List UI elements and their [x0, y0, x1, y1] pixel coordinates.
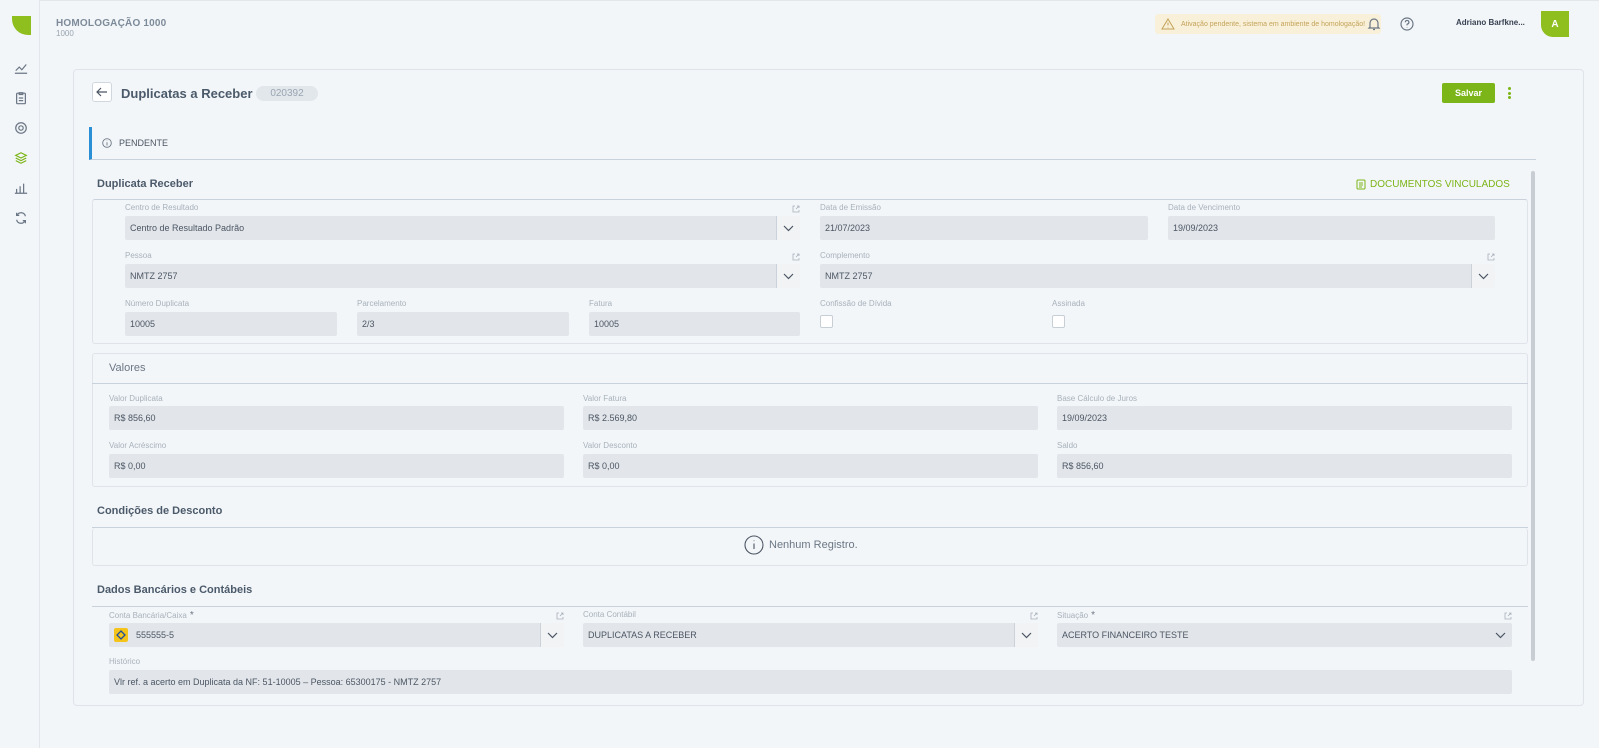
section-title-bancarios: Dados Bancários e Contábeis [97, 584, 253, 596]
layers-icon[interactable] [13, 150, 29, 166]
bell-icon[interactable] [1365, 15, 1383, 33]
environment-subtitle: 1000 [56, 29, 74, 38]
help-icon[interactable] [1398, 15, 1416, 33]
chevron-down-icon[interactable] [776, 216, 800, 240]
bank-logo-icon [114, 628, 128, 642]
numero-field[interactable]: 10005 [125, 312, 337, 336]
info-icon [102, 138, 112, 148]
desconto-field[interactable]: R$ 0,00 [583, 454, 1038, 478]
warning-banner: Ativação pendente, sistema em ambiente d… [1155, 14, 1381, 34]
label-centro: Centro de Resultado [125, 203, 199, 212]
situacao-select[interactable]: ACERTO FINANCEIRO TESTE [1057, 623, 1512, 647]
label-historico: Histórico [109, 657, 141, 666]
divider [92, 606, 1528, 607]
base-juros-field[interactable]: 19/09/2023 [1057, 406, 1512, 430]
top-bar: HOMOLOGAÇÃO 1000 1000 Ativação pendente,… [40, 0, 1599, 48]
label-assinada: Assinada [1052, 299, 1085, 308]
external-link-icon[interactable] [792, 205, 800, 213]
label-pessoa: Pessoa [125, 251, 152, 260]
label-parcelamento: Parcelamento [357, 299, 407, 308]
label-fatura: Fatura [589, 299, 613, 308]
emissao-field[interactable]: 21/07/2023 [820, 216, 1148, 240]
label-valor-fatura: Valor Fatura [583, 394, 627, 403]
linked-documents-link[interactable]: DOCUMENTOS VINCULADOS [1356, 179, 1510, 190]
label-vencimento: Data de Vencimento [1168, 203, 1241, 212]
chevron-down-icon[interactable] [1471, 264, 1495, 288]
acrescimo-field[interactable]: R$ 0,00 [109, 454, 564, 478]
external-link-icon[interactable] [1487, 253, 1495, 261]
section-title-valores: Valores [109, 362, 146, 374]
external-link-icon[interactable] [792, 253, 800, 261]
label-conta-contabil: Conta Contábil [583, 610, 636, 619]
record-code-badge: 020392 [256, 86, 318, 101]
empty-message: Nenhum Registro. [744, 535, 858, 555]
arrow-left-icon [96, 87, 107, 97]
fatura-field[interactable]: 10005 [589, 312, 800, 336]
user-name[interactable]: Adriano Barfkne... [1456, 18, 1525, 27]
label-situacao: Situação * [1057, 610, 1096, 621]
label-saldo: Saldo [1057, 441, 1078, 450]
divider [92, 383, 1528, 384]
external-link-icon[interactable] [1504, 612, 1512, 620]
label-complemento: Complemento [820, 251, 870, 260]
conta-bancaria-select[interactable]: 555555-5 [109, 623, 564, 647]
section-title-duplicata: Duplicata Receber [97, 178, 193, 190]
chevron-down-icon[interactable] [776, 264, 800, 288]
valor-duplicata-field[interactable]: R$ 856,60 [109, 406, 564, 430]
clipboard-icon[interactable] [13, 90, 29, 106]
label-emissao: Data de Emissão [820, 203, 881, 212]
label-numero: Número Duplicata [125, 299, 190, 308]
status-text: PENDENTE [119, 138, 169, 148]
label-valor-duplicata: Valor Duplicata [109, 394, 163, 403]
chart-line-icon[interactable] [13, 60, 29, 76]
section-title-condicoes: Condições de Desconto [97, 505, 223, 517]
valor-fatura-field[interactable]: R$ 2.569,80 [583, 406, 1038, 430]
back-button[interactable] [92, 82, 112, 102]
assinada-checkbox[interactable] [1052, 315, 1065, 328]
complemento-select[interactable]: NMTZ 2757 [820, 264, 1495, 288]
warning-icon [1161, 18, 1175, 30]
environment-title: HOMOLOGAÇÃO 1000 [56, 18, 167, 29]
bar-chart-icon[interactable] [13, 180, 29, 196]
chevron-down-icon[interactable] [1014, 623, 1038, 647]
warning-text: Ativação pendente, sistema em ambiente d… [1181, 20, 1366, 28]
chevron-down-icon[interactable] [1488, 623, 1512, 647]
conta-contabil-select[interactable]: DUPLICATAS A RECEBER [583, 623, 1038, 647]
label-base-juros: Base Cálculo de Juros [1057, 394, 1138, 403]
page-title: Duplicatas a Receber [121, 86, 253, 101]
pessoa-select[interactable]: NMTZ 2757 [125, 264, 800, 288]
scrollbar[interactable] [1531, 171, 1535, 661]
external-link-icon[interactable] [1030, 612, 1038, 620]
historico-field[interactable]: Vlr ref. a acerto em Duplicata da NF: 51… [109, 670, 1512, 694]
chevron-down-icon[interactable] [540, 623, 564, 647]
save-button[interactable]: Salvar [1442, 83, 1495, 103]
label-conta-bancaria: Conta Bancária/Caixa * [109, 610, 194, 621]
logo[interactable] [12, 16, 31, 35]
document-icon [1356, 179, 1366, 190]
vencimento-field[interactable]: 19/09/2023 [1168, 216, 1495, 240]
centro-select[interactable]: Centro de Resultado Padrão [125, 216, 800, 240]
avatar[interactable]: A [1541, 11, 1569, 37]
confissao-checkbox[interactable] [820, 315, 833, 328]
sidebar [0, 0, 40, 748]
status-bar: PENDENTE [89, 127, 1536, 160]
label-acrescimo: Valor Acréscimo [109, 441, 167, 450]
label-desconto: Valor Desconto [583, 441, 638, 450]
saldo-field[interactable]: R$ 856,60 [1057, 454, 1512, 478]
info-circle-icon [744, 535, 764, 555]
more-options-icon[interactable] [1504, 85, 1514, 101]
parcelamento-field[interactable]: 2/3 [357, 312, 569, 336]
settings-icon[interactable] [13, 120, 29, 136]
refresh-icon[interactable] [13, 210, 29, 226]
label-confissao: Confissão de Dívida [820, 299, 892, 308]
external-link-icon[interactable] [556, 612, 564, 620]
main-card: Duplicatas a Receber 020392 Salvar PENDE… [73, 69, 1584, 706]
